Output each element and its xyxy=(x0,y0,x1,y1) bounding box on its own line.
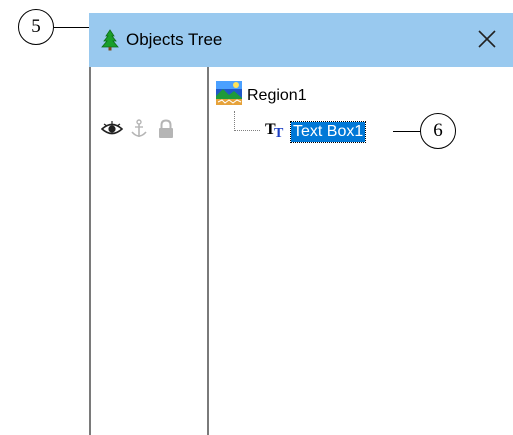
eye-icon[interactable] xyxy=(100,119,124,139)
title-bar[interactable]: Objects Tree xyxy=(89,13,513,67)
object-tree: Region1 T T Text Box1 xyxy=(209,67,513,435)
tree-icon xyxy=(100,29,120,51)
close-icon xyxy=(478,30,496,48)
tree-node-text-box1[interactable]: T T Text Box1 xyxy=(265,119,367,144)
tree-node-label-selected: Text Box1 xyxy=(289,120,367,143)
tree-node-region1[interactable]: Region1 xyxy=(215,80,307,111)
callout-5-leader xyxy=(54,27,94,28)
callout-5: 5 xyxy=(18,9,54,45)
callout-6-leader xyxy=(393,131,421,132)
tree-connector xyxy=(234,130,260,131)
anchor-icon[interactable] xyxy=(129,119,149,139)
tree-connector xyxy=(234,111,235,131)
close-button[interactable] xyxy=(475,27,499,51)
svg-text:T: T xyxy=(274,126,284,139)
region-image-icon xyxy=(215,80,243,111)
panel-title: Objects Tree xyxy=(126,30,223,49)
text-box-icon: T T xyxy=(265,119,287,144)
strip-icons xyxy=(100,119,177,139)
callout-6: 6 xyxy=(420,113,456,149)
lock-icon[interactable] xyxy=(157,119,177,139)
tree-node-label: Region1 xyxy=(247,86,307,104)
properties-strip xyxy=(91,67,209,435)
objects-tree-panel: Objects Tree Region1 T T Text Box1 xyxy=(89,13,513,435)
